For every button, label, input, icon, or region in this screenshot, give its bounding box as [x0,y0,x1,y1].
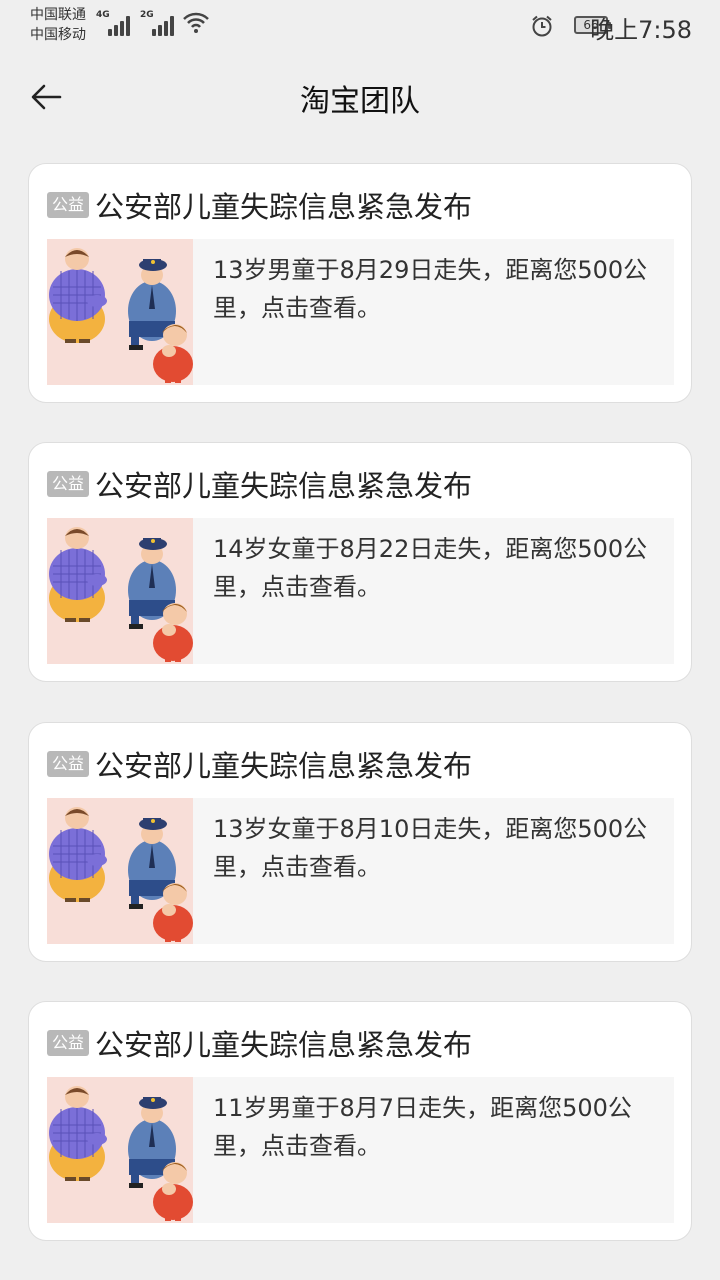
carrier-labels: 中国联通 中国移动 [30,5,86,45]
card-description: 14岁女童于8月22日走失，距离您500公里，点击查看。 [213,535,648,601]
alarm-icon [532,15,552,37]
missing-child-illustration [47,239,193,385]
notification-card[interactable]: 公益 公安部儿童失踪信息紧急发布 14岁女童于8月22日走失，距离您500公里，点… [28,442,692,682]
public-welfare-badge: 公益 [47,471,90,497]
app-header: 淘宝团队 [0,62,720,132]
missing-child-illustration [47,518,193,664]
public-welfare-badge: 公益 [47,1030,90,1056]
carrier-1: 中国联通 [30,7,86,23]
public-welfare-badge: 公益 [47,751,90,777]
card-title: 公安部儿童失踪信息紧急发布 [95,469,473,503]
page-title: 淘宝团队 [300,84,420,119]
card-content[interactable]: 13岁男童于8月29日走失，距离您500公里，点击查看。 [47,239,674,385]
card-title: 公安部儿童失踪信息紧急发布 [95,190,473,224]
clock: 晚上7:58 [590,16,692,44]
card-content[interactable]: 14岁女童于8月22日走失，距离您500公里，点击查看。 [47,518,674,664]
card-header: 公益 公安部儿童失踪信息紧急发布 [47,463,472,503]
card-content[interactable]: 11岁男童于8月7日走失，距离您500公里，点击查看。 [47,1077,674,1223]
notification-card[interactable]: 公益 公安部儿童失踪信息紧急发布 13岁女童于8月10日走失，距离您500公里，点… [28,722,692,962]
notification-card[interactable]: 公益 公安部儿童失踪信息紧急发布 11岁男童于8月7日走失，距离您500公里，点击… [28,1001,692,1241]
notification-card[interactable]: 公益 公安部儿童失踪信息紧急发布 13岁男童于8月29日走失，距离您500公里，点… [28,163,692,403]
card-thumbnail [47,1077,193,1223]
wifi-icon [183,12,209,33]
card-header: 公益 公安部儿童失踪信息紧急发布 [47,743,472,783]
card-header: 公益 公安部儿童失踪信息紧急发布 [47,184,472,224]
card-title: 公安部儿童失踪信息紧急发布 [95,1028,473,1062]
carrier-2: 中国移动 [30,27,86,43]
signal-bars-icon [152,14,178,36]
card-description: 11岁男童于8月7日走失，距离您500公里，点击查看。 [213,1094,632,1160]
card-description: 13岁男童于8月29日走失，距离您500公里，点击查看。 [213,256,648,322]
missing-child-illustration [47,798,193,944]
public-welfare-badge: 公益 [47,192,90,218]
card-header: 公益 公安部儿童失踪信息紧急发布 [47,1022,472,1062]
missing-child-illustration [47,1077,193,1223]
signal-bars-icon [108,14,134,36]
status-bar: 中国联通 中国移动 4G 2G 66 晚上7:58 [0,0,720,50]
card-thumbnail [47,239,193,385]
card-thumbnail [47,518,193,664]
card-description: 13岁女童于8月10日走失，距离您500公里，点击查看。 [213,815,648,881]
card-thumbnail [47,798,193,944]
card-title: 公安部儿童失踪信息紧急发布 [95,749,473,783]
card-content[interactable]: 13岁女童于8月10日走失，距离您500公里，点击查看。 [47,798,674,944]
